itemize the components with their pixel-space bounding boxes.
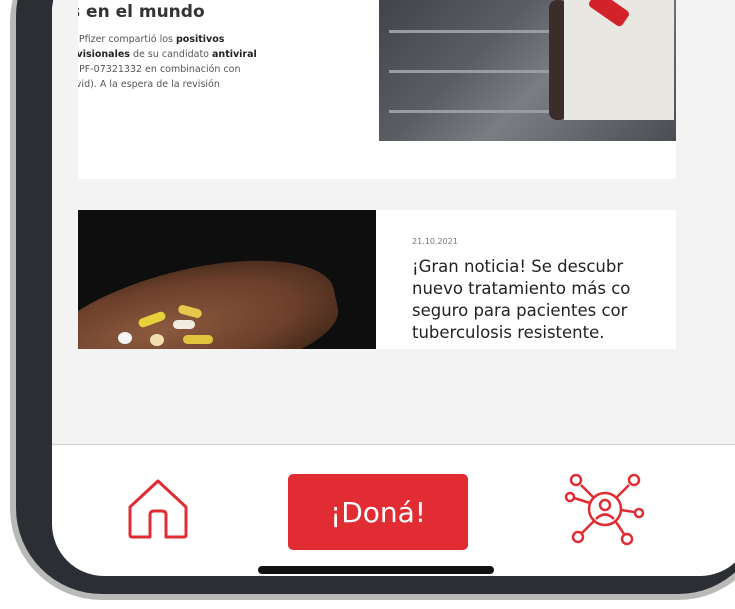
excerpt-line: e Pfizer compartió los positivos (78, 32, 370, 47)
excerpt-text: ovid). A la espera de la revisión (78, 79, 220, 90)
news-card-date: 21.10.2021 (412, 237, 458, 246)
excerpt-bold-text: antiviral (212, 49, 257, 60)
excerpt-line: ovisionales de su candidato antiviral (78, 47, 370, 62)
home-indicator[interactable] (258, 566, 494, 574)
phone-screen: s en el mundo e Pfizer compartió los pos… (52, 0, 735, 576)
home-button[interactable] (124, 473, 192, 541)
news-card-image (78, 210, 376, 349)
excerpt-bold-text: positivos (176, 34, 225, 45)
headline-line: nuevo tratamiento más co (412, 279, 631, 298)
excerpt-bold-text: ovisionales (78, 49, 130, 60)
headline-line: seguro para pacientes cor (412, 301, 628, 320)
donate-button[interactable]: ¡Doná! (288, 474, 468, 550)
headline-line: tuberculosis resistente. (412, 323, 605, 342)
news-card[interactable]: s en el mundo e Pfizer compartió los pos… (78, 0, 676, 179)
network-people-icon (564, 473, 645, 546)
nav-divider (52, 444, 735, 445)
news-card-ellipsis: . (78, 111, 370, 126)
news-feed[interactable]: s en el mundo e Pfizer compartió los pos… (52, 0, 735, 444)
news-card[interactable]: 21.10.2021 ¡Gran noticia! Se descubr nue… (78, 210, 676, 349)
news-card-ellipsis: ... (78, 94, 370, 109)
news-card-image (379, 0, 676, 141)
community-button[interactable] (564, 468, 646, 550)
excerpt-text: 9 PF-07321332 en combinación con (78, 64, 241, 75)
excerpt-text: e Pfizer compartió los (78, 34, 176, 45)
excerpt-text: de su candidato (129, 49, 213, 60)
news-card-title: s en el mundo (78, 2, 205, 22)
news-card-text: s en el mundo e Pfizer compartió los pos… (78, 0, 370, 126)
news-card-headline: ¡Gran noticia! Se descubr nuevo tratamie… (412, 256, 676, 344)
excerpt-line: 9 PF-07321332 en combinación con (78, 62, 370, 77)
home-icon (128, 479, 188, 539)
excerpt-line: ovid). A la espera de la revisión (78, 77, 370, 92)
news-card-excerpt: e Pfizer compartió los positivosovisiona… (78, 32, 370, 92)
headline-line: ¡Gran noticia! Se descubr (412, 257, 624, 276)
